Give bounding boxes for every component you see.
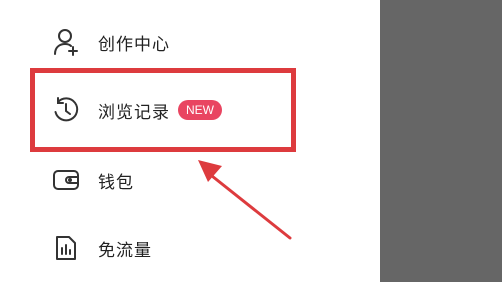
side-panel	[380, 0, 502, 282]
arrow-annotation	[198, 160, 292, 240]
